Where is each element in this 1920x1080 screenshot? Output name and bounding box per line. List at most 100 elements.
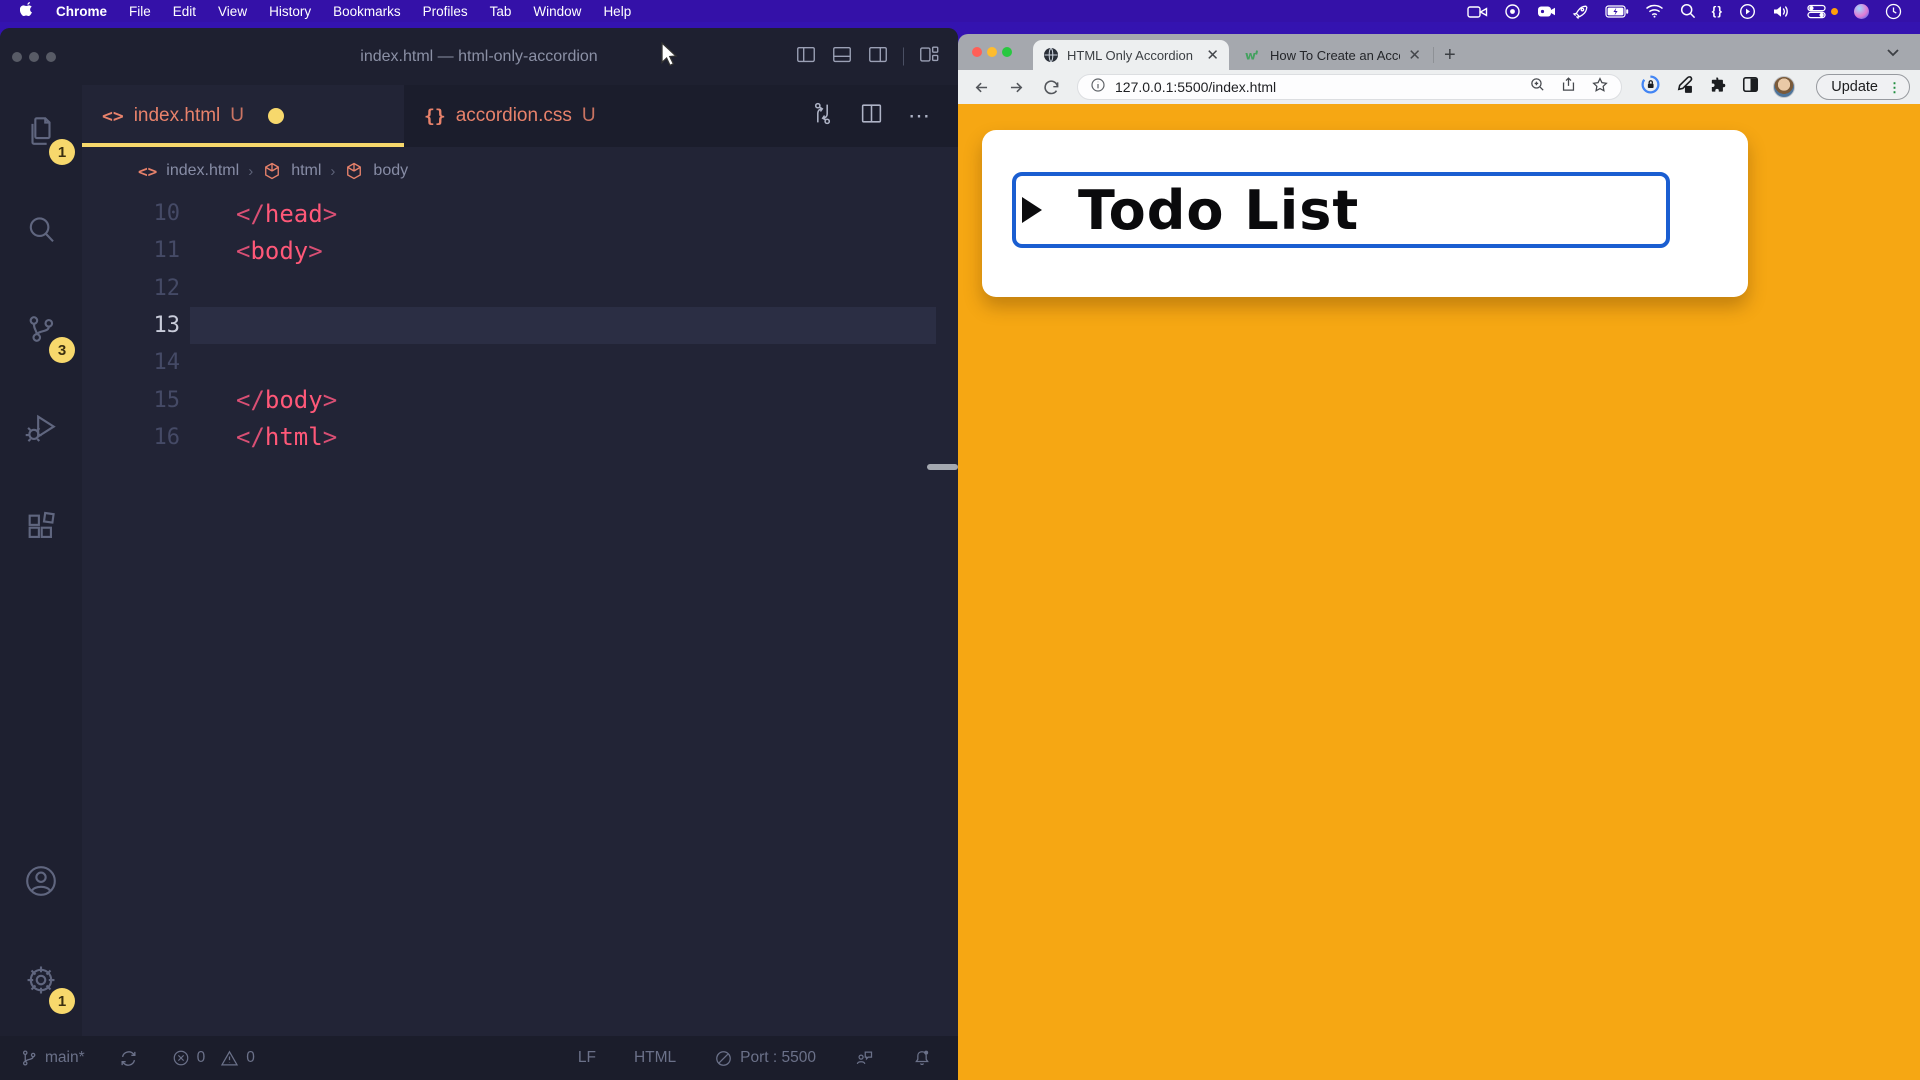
sidebar-item-run-debug[interactable] <box>15 402 67 454</box>
menu-item-file[interactable]: File <box>118 4 162 19</box>
feedback-button[interactable] <box>854 1048 874 1068</box>
sidebar-item-explorer[interactable]: 1 <box>15 105 67 157</box>
toggle-secondary-sidebar-icon[interactable] <box>867 43 889 70</box>
editor-actions: ⋯ <box>810 85 958 147</box>
notifications-button[interactable] <box>912 1048 932 1068</box>
tab-divider <box>1433 47 1434 63</box>
problems-status[interactable]: 0 0 <box>172 1049 255 1068</box>
close-tab-icon[interactable]: ✕ <box>1206 46 1219 64</box>
menu-item-view[interactable]: View <box>207 4 258 19</box>
unsaved-changes-dot[interactable] <box>268 108 284 124</box>
language-mode[interactable]: HTML <box>634 1049 676 1067</box>
extensions-puzzle-icon[interactable] <box>1708 75 1728 100</box>
open-changes-icon[interactable] <box>810 101 835 131</box>
siri-icon[interactable] <box>1854 4 1869 19</box>
breadcrumb-file[interactable]: index.html <box>166 162 239 180</box>
code-editor[interactable]: 10</head>11<body>1213 14 15</body>16</html… <box>82 195 958 1036</box>
breadcrumb-node[interactable]: html <box>291 162 321 180</box>
update-label: Update <box>1831 79 1878 95</box>
privacy-extension-icon[interactable] <box>1640 74 1661 100</box>
dark-mode-extension-icon[interactable] <box>1741 75 1760 99</box>
eol-indicator[interactable]: LF <box>578 1049 596 1067</box>
play-circle-icon[interactable] <box>1739 3 1756 20</box>
code-line-13[interactable]: 13 <box>82 307 958 344</box>
sidebar-item-extensions[interactable] <box>15 501 67 553</box>
control-center-icon[interactable] <box>1807 4 1838 19</box>
apple-logo-icon[interactable] <box>20 2 35 20</box>
live-server-status[interactable]: Port : 5500 <box>714 1049 816 1068</box>
browser-tab-inactive[interactable]: w How To Create an Accordion ✕ <box>1235 40 1431 70</box>
vscode-status-bar: main* 0 0 LF HTML Port : 5500 <box>0 1036 958 1080</box>
site-info-icon[interactable] <box>1090 77 1106 98</box>
code-text: </body> <box>236 386 337 414</box>
close-window-button[interactable] <box>972 47 982 57</box>
video-camera-icon[interactable] <box>1537 4 1556 19</box>
sidebar-item-account[interactable] <box>15 855 67 907</box>
close-tab-icon[interactable]: ✕ <box>1408 46 1421 64</box>
menu-item-history[interactable]: History <box>258 4 322 19</box>
url-text[interactable]: 127.0.0.1:5500/index.html <box>1115 79 1520 95</box>
screen-record-icon[interactable] <box>1467 3 1488 20</box>
battery-charging-icon[interactable] <box>1605 5 1629 18</box>
more-actions-icon[interactable]: ⋯ <box>908 103 932 129</box>
browser-menu-dots-icon[interactable]: ⋮ <box>1888 81 1901 94</box>
rocket-icon[interactable] <box>1572 3 1589 20</box>
code-braces-icon[interactable]: {} <box>1712 4 1723 18</box>
code-line-12[interactable]: 12 <box>82 270 958 307</box>
tab-title: HTML Only Accordion <box>1067 48 1198 63</box>
zoom-window-button[interactable] <box>46 52 56 62</box>
zoom-page-icon[interactable] <box>1529 76 1546 98</box>
new-tab-button[interactable]: + <box>1438 44 1462 67</box>
circle-slash-icon <box>714 1049 733 1068</box>
sidebar-item-settings[interactable]: 1 <box>15 954 67 1006</box>
menu-item-edit[interactable]: Edit <box>162 4 207 19</box>
chrome-window-controls <box>972 47 1012 57</box>
zoom-window-button[interactable] <box>1002 47 1012 57</box>
window-drag-handle[interactable] <box>927 464 958 470</box>
clock-icon[interactable] <box>1885 3 1902 20</box>
split-editor-icon[interactable] <box>859 101 884 131</box>
sidebar-item-search[interactable] <box>15 204 67 256</box>
color-picker-extension-icon[interactable] <box>1674 74 1695 100</box>
menu-item-bookmarks[interactable]: Bookmarks <box>322 4 412 19</box>
toggle-primary-sidebar-icon[interactable] <box>795 43 817 70</box>
forward-button[interactable] <box>1003 78 1030 97</box>
menu-item-help[interactable]: Help <box>592 4 642 19</box>
git-branch-status[interactable]: main* <box>20 1049 85 1067</box>
code-line-10[interactable]: 10</head> <box>82 195 958 232</box>
tab-accordion-css[interactable]: {} accordion.css U <box>404 85 688 147</box>
share-icon[interactable] <box>1560 76 1577 98</box>
close-window-button[interactable] <box>12 52 22 62</box>
minimize-window-button[interactable] <box>987 47 997 57</box>
menu-item-app[interactable]: Chrome <box>45 4 118 19</box>
line-number: 14 <box>82 350 180 375</box>
record-icon[interactable] <box>1504 3 1521 20</box>
back-button[interactable] <box>968 78 995 97</box>
code-line-14[interactable]: 14 <box>82 344 958 381</box>
browser-tab-active[interactable]: HTML Only Accordion ✕ <box>1033 40 1229 70</box>
update-button[interactable]: Update ⋮ <box>1816 74 1910 100</box>
menu-item-tab[interactable]: Tab <box>479 4 523 19</box>
menu-item-window[interactable]: Window <box>522 4 592 19</box>
menu-item-profiles[interactable]: Profiles <box>412 4 479 19</box>
code-line-16[interactable]: 16</html> <box>82 419 958 456</box>
globe-favicon <box>1043 47 1059 63</box>
customize-layout-icon[interactable] <box>918 43 940 70</box>
tab-index-html[interactable]: <> index.html U <box>82 85 404 147</box>
breadcrumb-node[interactable]: body <box>373 162 408 180</box>
minimize-window-button[interactable] <box>29 52 39 62</box>
code-line-11[interactable]: 11<body> <box>82 232 958 269</box>
toggle-panel-icon[interactable] <box>831 43 853 70</box>
sidebar-item-source-control[interactable]: 3 <box>15 303 67 355</box>
tab-search-chevron-icon[interactable] <box>1886 44 1900 62</box>
profile-avatar[interactable] <box>1773 76 1795 98</box>
spotlight-search-icon[interactable] <box>1680 3 1696 19</box>
accordion-summary[interactable]: Todo List <box>1012 172 1670 248</box>
code-line-15[interactable]: 15</body> <box>82 381 958 418</box>
bookmark-star-icon[interactable] <box>1591 76 1609 99</box>
sync-changes-button[interactable] <box>119 1049 138 1068</box>
volume-icon[interactable] <box>1772 4 1791 19</box>
wifi-icon[interactable] <box>1645 4 1664 18</box>
reload-button[interactable] <box>1038 78 1065 97</box>
address-bar[interactable]: 127.0.0.1:5500/index.html <box>1077 74 1622 100</box>
